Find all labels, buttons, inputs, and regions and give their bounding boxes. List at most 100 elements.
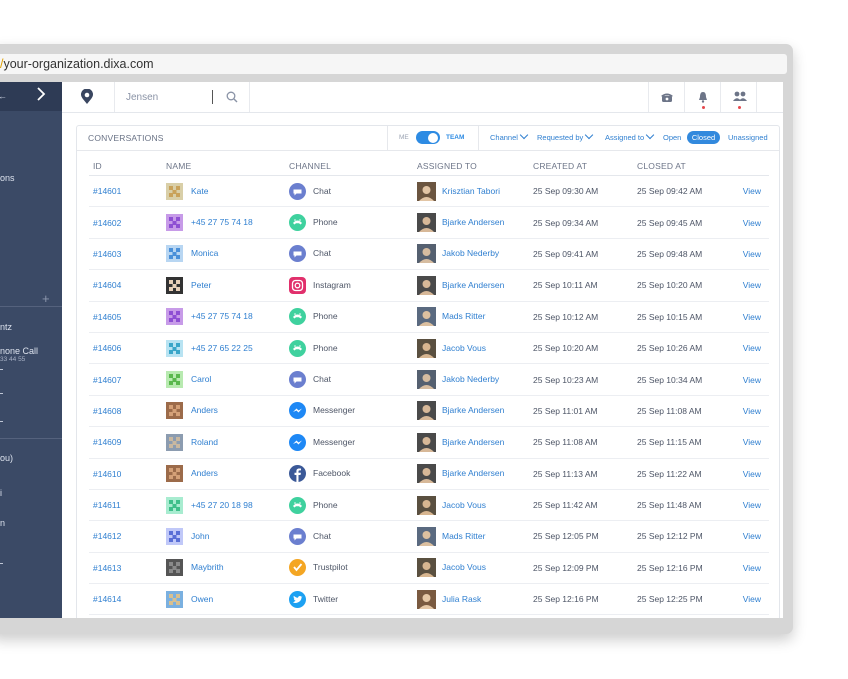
- toggle-switch[interactable]: [416, 131, 440, 144]
- conversation-id-link[interactable]: #14606: [89, 332, 162, 365]
- view-link[interactable]: View: [723, 552, 769, 585]
- sidebar-item-fragment[interactable]: ons: [0, 173, 15, 183]
- view-link[interactable]: View: [723, 269, 769, 302]
- agent-name-link[interactable]: Bjarke Andersen: [442, 217, 504, 227]
- conversation-id-link[interactable]: #14601: [89, 175, 162, 208]
- agent-name-link[interactable]: Jacob Vous: [442, 342, 486, 352]
- view-link[interactable]: View: [723, 458, 769, 490]
- customer-name-link[interactable]: Carol: [191, 374, 211, 384]
- filter-unassigned[interactable]: Unassigned: [728, 133, 768, 142]
- column-header-id[interactable]: ID: [89, 157, 162, 176]
- sidebar-item-fragment[interactable]: ou): [0, 453, 13, 463]
- view-link[interactable]: View: [723, 583, 769, 616]
- conversation-id-link[interactable]: #14614: [89, 583, 162, 616]
- filter-closed-active[interactable]: Closed: [687, 131, 720, 144]
- customer-name-link[interactable]: +45 27 75 74 18: [191, 311, 253, 321]
- table-row[interactable]: #14613 Maybrith Trustpilot Jacob Vous 25 Sep…: [89, 552, 769, 585]
- table-row[interactable]: #14601 Kate Chat Krisztian Tabori 25 Sep 09:…: [89, 175, 769, 208]
- sidebar-item-fragment[interactable]: ntz: [0, 322, 12, 332]
- table-row[interactable]: #14609 Roland Messenger Bjarke Andersen 25 S…: [89, 426, 769, 459]
- agent-name-link[interactable]: Jacob Vous: [442, 562, 486, 572]
- agent-name-link[interactable]: Julia Rask: [442, 594, 481, 604]
- table-row[interactable]: #14607 Carol Chat Jakob Nederby 25 Sep 10:23…: [89, 363, 769, 396]
- filter-assigned-to[interactable]: Assigned to: [605, 130, 655, 142]
- customer-name-link[interactable]: +45 27 75 74 18: [191, 217, 253, 227]
- sidebar-item-fragment[interactable]: i: [0, 488, 2, 498]
- table-row[interactable]: #14602 +45 27 75 74 18 Phone Bjarke Anderse…: [89, 206, 769, 239]
- customer-name-link[interactable]: +45 27 65 22 25: [191, 342, 253, 352]
- agent-name-link[interactable]: Jakob Nederby: [442, 248, 499, 258]
- search-icon[interactable]: [226, 91, 238, 103]
- customer-name-link[interactable]: Anders: [191, 468, 218, 478]
- agent-name-link[interactable]: Bjarke Andersen: [442, 437, 504, 447]
- view-link[interactable]: View: [723, 238, 769, 271]
- conversation-id-link[interactable]: #14605: [89, 301, 162, 333]
- table-row[interactable]: #14605 +45 27 75 74 18 Phone Mads Ritter 25 …: [89, 301, 769, 333]
- chevron-right-icon[interactable]: [34, 87, 48, 101]
- customer-name-link[interactable]: +45 27 20 18 98: [191, 499, 253, 509]
- view-link[interactable]: View: [723, 363, 769, 396]
- table-row[interactable]: #14604 Peter Instagram Bjarke Andersen 25 Se…: [89, 269, 769, 302]
- table-row[interactable]: #14608 Anders Messenger Bjarke Andersen 25 S…: [89, 395, 769, 428]
- column-header-closed-at[interactable]: CLOSED AT: [633, 157, 723, 176]
- sidebar-item-fragment[interactable]: n: [0, 518, 5, 528]
- agent-name-link[interactable]: Krisztian Tabori: [442, 185, 500, 195]
- view-link[interactable]: View: [723, 489, 769, 522]
- conversation-id-link[interactable]: #14609: [89, 426, 162, 459]
- conversation-id-link[interactable]: #14607: [89, 363, 162, 396]
- column-header-created-at[interactable]: CREATED AT: [529, 157, 633, 176]
- agent-name-link[interactable]: Bjarke Andersen: [442, 405, 504, 415]
- view-link[interactable]: View: [723, 395, 769, 428]
- table-row[interactable]: #14610 Anders Facebook Bjarke Andersen 25 Se…: [89, 458, 769, 490]
- view-link[interactable]: View: [723, 206, 769, 239]
- customer-name-link[interactable]: Peter: [191, 280, 211, 290]
- column-header-name[interactable]: NAME: [162, 157, 285, 176]
- view-link[interactable]: View: [723, 175, 769, 208]
- conversation-id-link[interactable]: #14602: [89, 206, 162, 239]
- column-header-assigned-to[interactable]: ASSIGNED TO: [413, 157, 529, 176]
- phone-menu-button[interactable]: [648, 82, 685, 112]
- agent-name-link[interactable]: Bjarke Andersen: [442, 468, 504, 478]
- table-row[interactable]: #14611 +45 27 20 18 98 Phone Jacob Vous 25 S…: [89, 489, 769, 522]
- table-row[interactable]: #14612 John Chat Mads Ritter 25 Sep 12:05 PM…: [89, 520, 769, 553]
- view-link[interactable]: View: [723, 301, 769, 333]
- view-link[interactable]: View: [723, 332, 769, 365]
- conversation-id-link[interactable]: #14604: [89, 269, 162, 302]
- conversation-id-link[interactable]: #14603: [89, 238, 162, 271]
- view-link[interactable]: View: [723, 426, 769, 459]
- conversation-id-link[interactable]: #14611: [89, 489, 162, 522]
- search-input[interactable]: [126, 90, 213, 104]
- agent-name-link[interactable]: Mads Ritter: [442, 531, 485, 541]
- view-link[interactable]: View: [723, 520, 769, 553]
- agent-name-link[interactable]: Bjarke Andersen: [442, 280, 504, 290]
- toggle-team-label[interactable]: TEAM: [446, 134, 464, 141]
- column-header-channel[interactable]: CHANNEL: [285, 157, 413, 176]
- table-row[interactable]: #14606 +45 27 65 22 25 Phone Jacob Vous 25 S…: [89, 332, 769, 365]
- agent-name-link[interactable]: Mads Ritter: [442, 311, 485, 321]
- customer-name-link[interactable]: Monica: [191, 248, 218, 258]
- conversation-id-link[interactable]: #14608: [89, 395, 162, 428]
- notifications-button[interactable]: [684, 82, 721, 112]
- filter-open[interactable]: Open: [663, 133, 681, 142]
- toggle-me-label[interactable]: ME: [399, 134, 409, 141]
- add-icon[interactable]: +: [42, 291, 50, 306]
- filter-requested-by[interactable]: Requested by: [537, 130, 594, 142]
- address-bar[interactable]: /your-organization.dixa.com: [0, 54, 787, 74]
- customer-name-link[interactable]: Kate: [191, 185, 209, 195]
- table-row[interactable]: #14603 Monica Chat Jakob Nederby 25 Sep 09:4…: [89, 238, 769, 271]
- customer-name-link[interactable]: John: [191, 531, 209, 541]
- customer-name-link[interactable]: Roland: [191, 437, 218, 447]
- agent-name-link[interactable]: Jacob Vous: [442, 499, 486, 509]
- sidebar-item-fragment[interactable]: none Call: [0, 346, 38, 356]
- table-row[interactable]: #14614 Owen Twitter Julia Rask 25 Sep 12:16 …: [89, 583, 769, 616]
- agent-name-link[interactable]: Jakob Nederby: [442, 374, 499, 384]
- customer-name-link[interactable]: Owen: [191, 594, 213, 604]
- customer-name-link[interactable]: Maybrith: [191, 562, 224, 572]
- customer-name-link[interactable]: Anders: [191, 405, 218, 415]
- conversation-id-link[interactable]: #14612: [89, 520, 162, 553]
- dixa-logo[interactable]: [62, 82, 115, 112]
- team-button[interactable]: [720, 82, 757, 112]
- conversation-id-link[interactable]: #14610: [89, 458, 162, 490]
- filter-channel[interactable]: Channel: [490, 130, 529, 142]
- conversation-id-link[interactable]: #14613: [89, 552, 162, 585]
